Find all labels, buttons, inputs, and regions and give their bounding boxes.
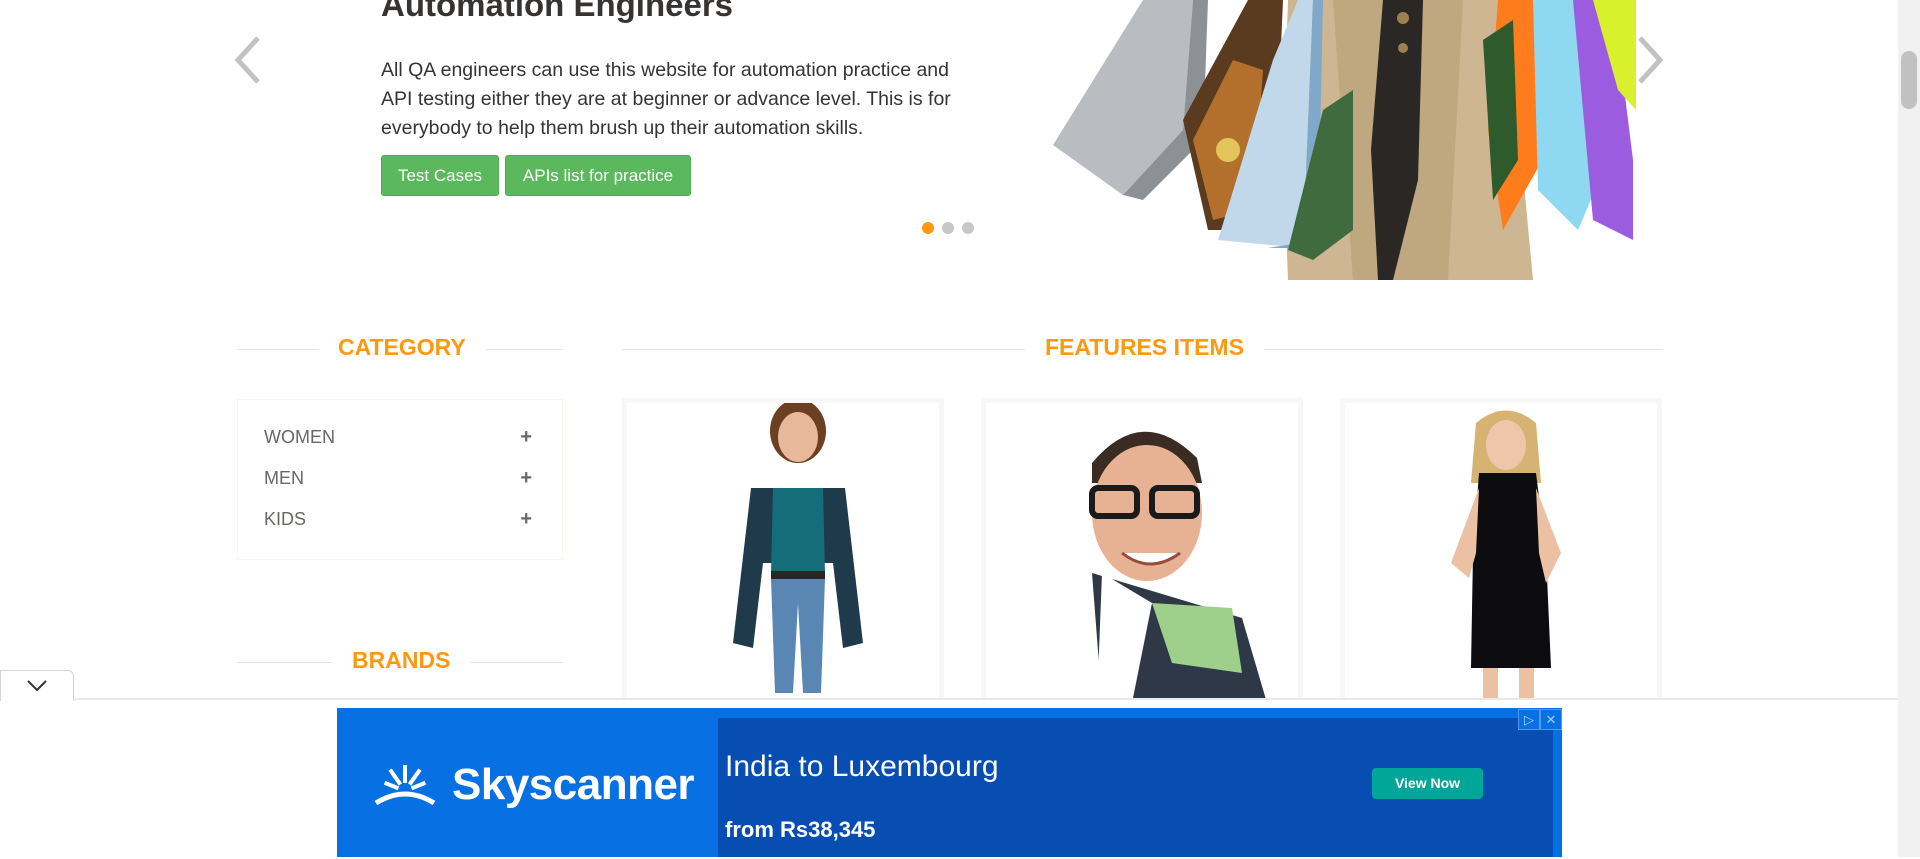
sunrise-icon: [374, 765, 436, 806]
ad-collapse-tab[interactable]: [0, 670, 74, 701]
ad-brand-logo: Skyscanner: [372, 760, 695, 810]
product-card[interactable]: [622, 398, 944, 708]
chevron-right-icon[interactable]: [1626, 30, 1670, 90]
page-scrollbar[interactable]: [1898, 0, 1920, 857]
plus-icon[interactable]: +: [520, 508, 532, 531]
carousel-indicator[interactable]: [942, 222, 954, 234]
carousel-indicator[interactable]: [922, 222, 934, 234]
test-cases-button[interactable]: Test Cases: [381, 155, 499, 196]
chevron-left-icon[interactable]: [228, 30, 272, 90]
ad-price: from Rs38,345: [725, 817, 876, 842]
ad-headline: India to Luxembourg: [725, 750, 999, 783]
hero-title: Automation Engineers: [381, 0, 734, 23]
hero-shopping-girl-image: [1033, 0, 1636, 280]
product-image-woman-black-dress: [1451, 410, 1561, 698]
category-label: WOMEN: [264, 426, 335, 447]
product-card[interactable]: [1340, 398, 1662, 708]
category-label: KIDS: [264, 508, 307, 529]
view-now-button[interactable]: View Now: [1372, 768, 1483, 799]
carousel-indicator[interactable]: [962, 222, 974, 234]
product-image-man-polo: [1089, 431, 1267, 703]
hero-description: All QA engineers can use this website fo…: [381, 59, 951, 139]
carousel-indicators: [922, 222, 974, 234]
category-panel: WOMEN + MEN + KIDS +: [237, 399, 563, 560]
close-icon[interactable]: ✕: [1540, 709, 1562, 730]
category-item-men[interactable]: MEN +: [264, 463, 532, 493]
adchoices-controls: ▷ ✕: [1518, 709, 1562, 730]
features-heading: FEATURES ITEMS: [1025, 334, 1264, 361]
ad-brand-name: Skyscanner: [452, 760, 695, 809]
brands-heading: BRANDS: [332, 647, 471, 674]
plus-icon[interactable]: +: [520, 467, 532, 490]
product-card[interactable]: [981, 398, 1303, 708]
category-item-kids[interactable]: KIDS +: [264, 504, 532, 534]
category-label: MEN: [264, 467, 304, 488]
product-image-woman-cardigan: [733, 403, 863, 693]
plus-icon[interactable]: +: [520, 426, 532, 449]
chevron-down-icon[interactable]: [1, 671, 73, 701]
scrollbar-thumb[interactable]: [1901, 51, 1917, 109]
category-item-women[interactable]: WOMEN +: [264, 422, 532, 452]
adchoices-icon[interactable]: ▷: [1518, 709, 1540, 730]
apis-list-button[interactable]: APIs list for practice: [505, 155, 691, 196]
category-heading: CATEGORY: [318, 334, 486, 361]
